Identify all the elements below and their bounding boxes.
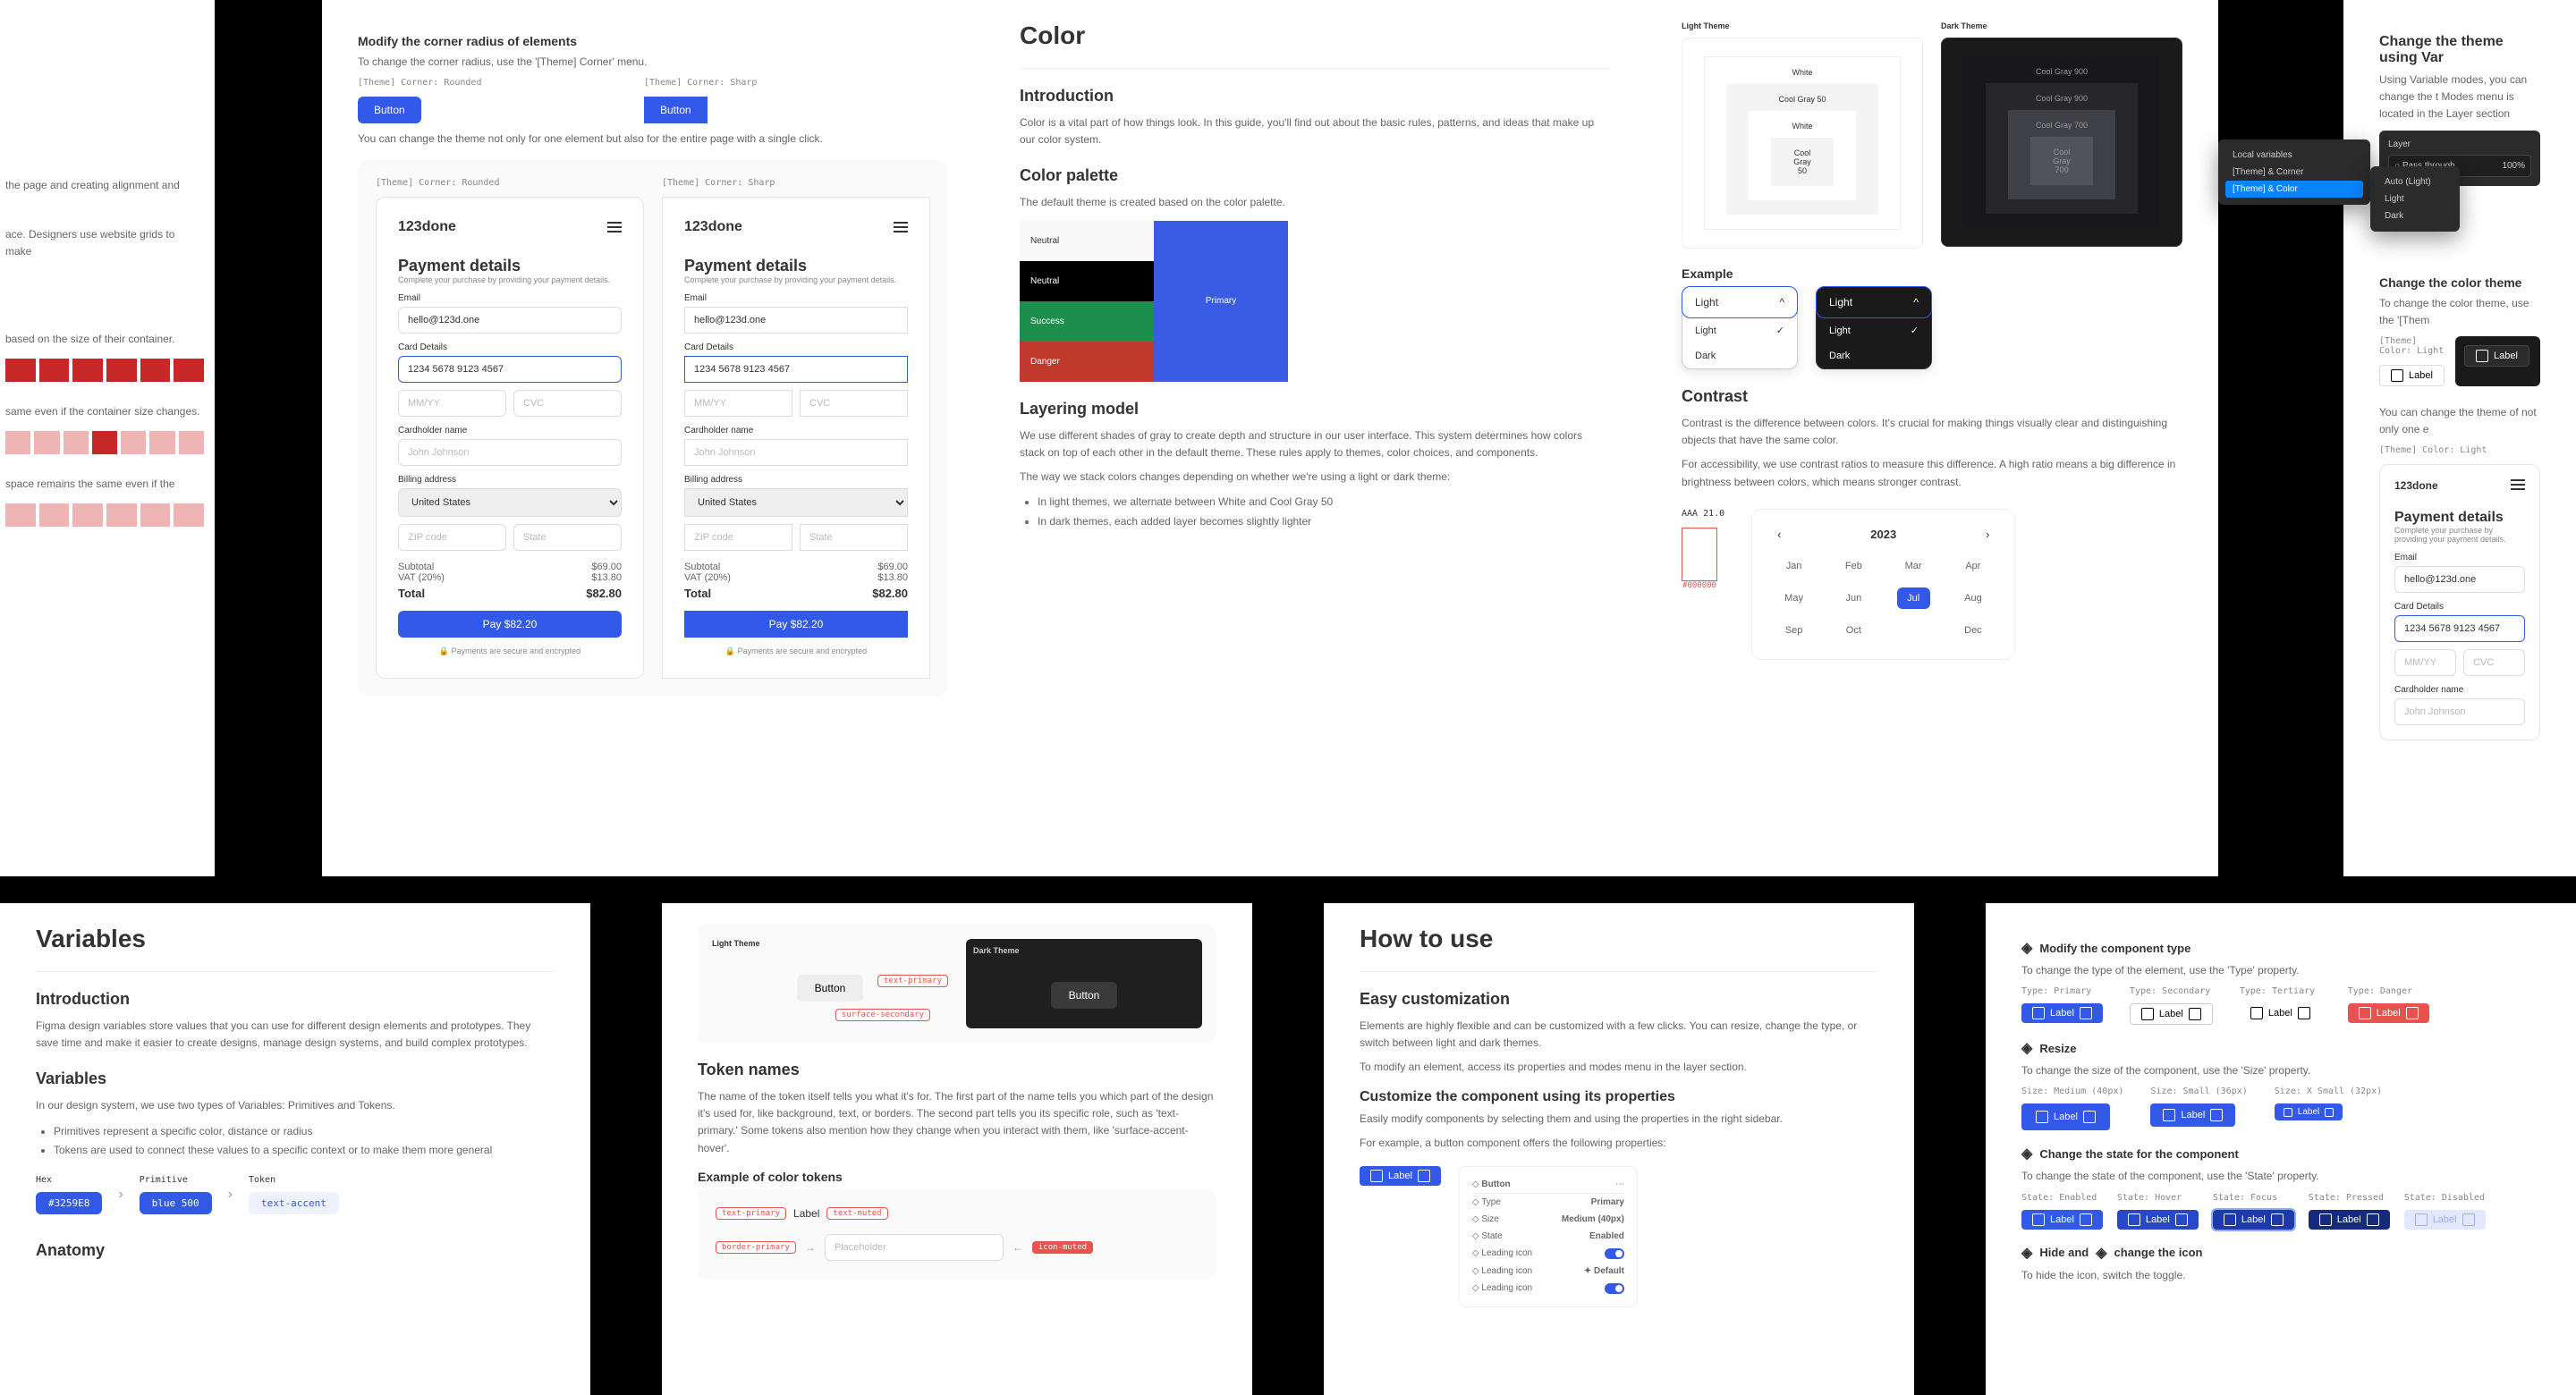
- pay-button[interactable]: Pay $82.20: [398, 611, 622, 638]
- holder-input[interactable]: [398, 439, 622, 466]
- dark-dropdown[interactable]: Light^ Light✓ Dark: [1816, 286, 1932, 369]
- mm-input[interactable]: [398, 390, 506, 417]
- corner-note: You can change the theme not only for on…: [358, 131, 948, 148]
- lock-icon: 🔒: [439, 647, 452, 655]
- cvc-input[interactable]: [513, 390, 622, 417]
- opt-sharp: [Theme] Corner: Sharp: [644, 78, 757, 88]
- chevron-left-icon[interactable]: ‹: [1777, 528, 1781, 541]
- chevron-up-icon: ^: [1779, 296, 1784, 309]
- check-icon: ✓: [1776, 325, 1784, 336]
- card-input[interactable]: [398, 356, 622, 383]
- corner-desc: To change the corner radius, use the '[T…: [358, 54, 948, 71]
- grid-frag-2: ace. Designers use website grids to make: [5, 226, 204, 260]
- intro-h: Introduction: [1020, 87, 1610, 106]
- light-dropdown[interactable]: Light^ Light✓ Dark: [1682, 286, 1798, 369]
- hex-chip: #3259E8: [36, 1192, 102, 1214]
- email-input[interactable]: [684, 307, 908, 334]
- token-chip: text-accent: [249, 1192, 339, 1214]
- hamburger-icon[interactable]: [2511, 479, 2525, 492]
- placeholder-input[interactable]: [825, 1234, 1004, 1261]
- type-danger-button[interactable]: Label: [2348, 1003, 2429, 1023]
- corner-title: Modify the corner radius of elements: [358, 34, 948, 48]
- opt-rounded: [Theme] Corner: Rounded: [358, 78, 626, 88]
- arrow-right-icon: ›: [118, 1187, 123, 1203]
- grid-frag-3: based on the size of their container.: [5, 331, 204, 348]
- color-title: Color: [1020, 21, 1610, 50]
- lock-icon: 🔒: [725, 647, 738, 655]
- chevron-up-icon: ^: [1913, 296, 1919, 309]
- grid-frag-1: the page and creating alignment and: [5, 177, 204, 194]
- payment-sub: Complete your purchase by providing your…: [398, 275, 622, 284]
- layering-h: Layering model: [1020, 400, 1610, 418]
- variables-title: Variables: [36, 925, 555, 953]
- year-picker[interactable]: ‹2023› JanFebMarApr MayJunJulAug SepOctD…: [1751, 509, 2015, 660]
- type-secondary-button[interactable]: Label: [2130, 1003, 2213, 1025]
- arrow-right-icon: ›: [228, 1187, 233, 1203]
- label-button-light[interactable]: Label: [2379, 365, 2445, 386]
- label-button-dark[interactable]: Label: [2464, 345, 2529, 367]
- hamburger-icon[interactable]: [607, 222, 622, 232]
- hamburger-icon[interactable]: [894, 222, 908, 232]
- properties-panel: ◇ Button⋯ ◇ TypePrimary ◇ SizeMedium (40…: [1459, 1166, 1638, 1307]
- type-primary-button[interactable]: Label: [2021, 1003, 2103, 1023]
- palette-h: Color palette: [1020, 166, 1610, 185]
- card-input[interactable]: [684, 356, 908, 383]
- toggle[interactable]: [1605, 1283, 1624, 1294]
- grid-frag-5: space remains the same even if the: [5, 476, 204, 493]
- pay-button[interactable]: Pay $82.20: [684, 611, 908, 638]
- button-rounded[interactable]: Button: [358, 97, 421, 123]
- toggle[interactable]: [1605, 1248, 1624, 1259]
- chevron-right-icon[interactable]: ›: [1986, 528, 1989, 541]
- zip-input[interactable]: [398, 524, 506, 551]
- brand: 123done: [398, 219, 456, 235]
- grid-frag-4: same even if the container size changes.: [5, 403, 204, 420]
- payment-card-rounded: 123done Payment details Complete your pu…: [376, 197, 644, 679]
- sample-button-dark[interactable]: Button: [1051, 982, 1118, 1009]
- country-select[interactable]: United States: [398, 488, 622, 517]
- label-button[interactable]: Label: [1360, 1166, 1441, 1186]
- card-sharp-label: [Theme] Corner: Sharp: [662, 178, 930, 188]
- card-rounded-label: [Theme] Corner: Rounded: [376, 178, 644, 188]
- email-input[interactable]: [398, 307, 622, 334]
- state-input[interactable]: [513, 524, 622, 551]
- primitive-chip: blue 500: [140, 1192, 212, 1214]
- sample-button-light[interactable]: Button: [797, 975, 864, 1002]
- payment-title: Payment details: [398, 257, 622, 275]
- payment-card-sharp: 123done Payment details Complete your pu…: [662, 197, 930, 679]
- type-tertiary-button[interactable]: Label: [2240, 1003, 2321, 1023]
- button-sharp[interactable]: Button: [644, 97, 708, 123]
- check-icon: ✓: [1911, 325, 1919, 336]
